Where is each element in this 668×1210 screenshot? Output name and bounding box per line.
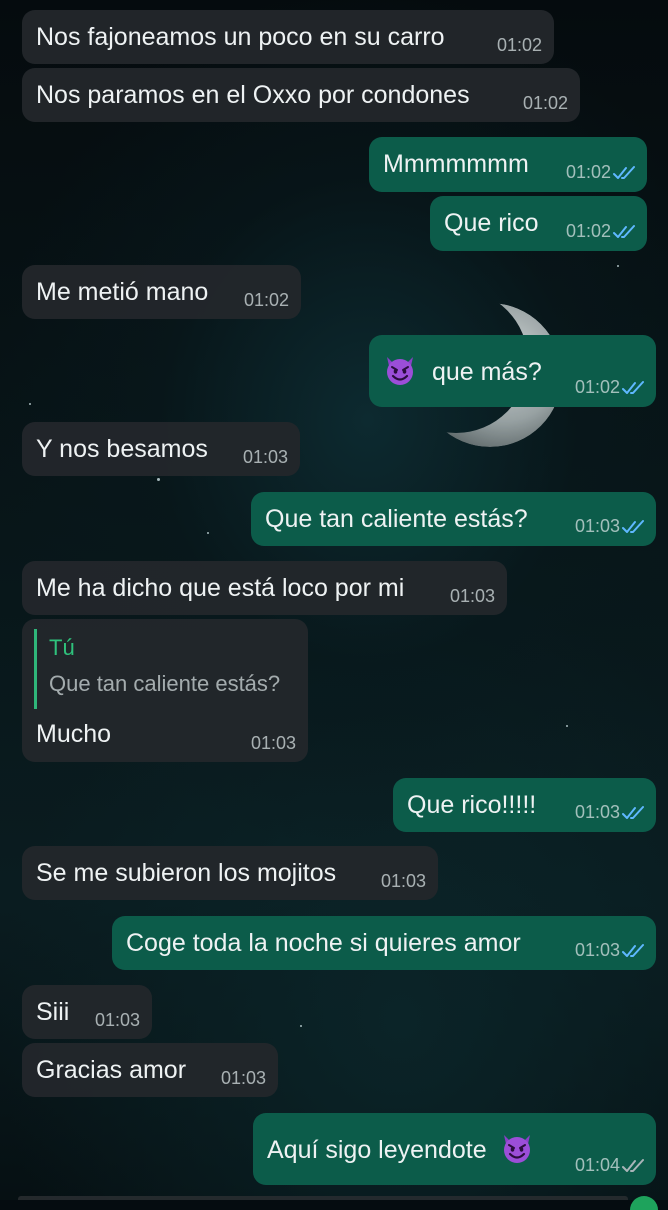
message-time: 01:02 <box>496 35 542 55</box>
message-bubble-incoming[interactable]: Nos paramos en el Oxxo por condones 01:0… <box>22 68 580 122</box>
message-text-with-emoji: que más? <box>383 353 542 387</box>
message-bubble-incoming[interactable]: Siii 01:03 <box>22 985 152 1039</box>
message-time: 01:03 <box>250 733 296 753</box>
message-bubble-outgoing[interactable]: Mmmmmmm 01:02 <box>369 137 647 192</box>
double-check-icon <box>622 381 644 394</box>
message-text: Me metió mano <box>36 278 209 306</box>
message-text: Gracias amor <box>36 1056 187 1084</box>
message-bubble-incoming[interactable]: Se me subieron los mojitos 01:03 <box>22 846 438 900</box>
message-bubble-outgoing[interactable]: Que rico!!!!! 01:03 <box>393 778 656 832</box>
message-bubble-incoming[interactable]: Me metió mano 01:02 <box>22 265 301 319</box>
double-check-icon <box>622 520 644 533</box>
message-time: 01:03 <box>242 447 288 467</box>
message-bubble-incoming[interactable]: Me ha dicho que está loco por mi 01:03 <box>22 561 507 615</box>
partial-message-bubble <box>18 1196 628 1200</box>
message-time: 01:02 <box>243 290 289 310</box>
message-time: 01:03 <box>449 586 495 606</box>
message-bubble-outgoing[interactable]: Que tan caliente estás? 01:03 <box>251 492 656 546</box>
message-text: Me ha dicho que está loco por mi <box>36 574 405 602</box>
message-time: 01:02 <box>522 93 568 113</box>
message-time: 01:02 <box>565 221 611 241</box>
message-time: 01:03 <box>220 1068 266 1088</box>
message-text: Coge toda la noche si quieres amor <box>126 929 521 957</box>
message-time: 01:03 <box>574 802 620 822</box>
double-check-icon <box>613 225 635 238</box>
message-text-with-emoji: Aquí sigo leyendote <box>267 1131 534 1165</box>
message-bubble-reply[interactable]: Tú Que tan caliente estás? Mucho 01:03 <box>22 619 308 762</box>
message-text: Siii <box>36 998 70 1026</box>
message-text: Que rico <box>444 209 539 237</box>
quoted-sender: Tú <box>49 635 75 660</box>
message-bubble-incoming[interactable]: Y nos besamos 01:03 <box>22 422 300 476</box>
message-text: Que rico!!!!! <box>407 791 537 819</box>
quoted-message[interactable]: Tú Que tan caliente estás? <box>34 629 296 709</box>
message-text: Mucho <box>36 720 112 748</box>
message-time: 01:04 <box>574 1155 620 1175</box>
message-time: 01:03 <box>574 516 620 536</box>
message-bubble-outgoing[interactable]: que más? 01:02 <box>369 335 656 407</box>
message-text: Y nos besamos <box>36 435 208 463</box>
smiling-imp-emoji-icon <box>387 357 413 385</box>
message-text: Mmmmmmm <box>383 150 529 178</box>
double-check-icon <box>622 944 644 957</box>
double-check-icon <box>613 166 635 179</box>
double-check-icon <box>622 806 644 819</box>
message-time: 01:02 <box>574 377 620 397</box>
double-check-icon <box>622 1159 644 1172</box>
message-time: 01:03 <box>574 940 620 960</box>
message-list: Nos fajoneamos un poco en su carro 01:02… <box>0 0 668 1210</box>
message-text: Nos paramos en el Oxxo por condones <box>36 81 470 109</box>
message-bubble-outgoing[interactable]: Coge toda la noche si quieres amor 01:03 <box>112 916 656 970</box>
quoted-text: Que tan caliente estás? <box>49 671 281 696</box>
message-text: Se me subieron los mojitos <box>36 859 337 887</box>
message-bubble-incoming[interactable]: Nos fajoneamos un poco en su carro 01:02 <box>22 10 554 64</box>
message-time: 01:03 <box>380 871 426 891</box>
message-bubble-outgoing[interactable]: Aquí sigo leyendote 01:04 <box>253 1113 656 1185</box>
message-text: Nos fajoneamos un poco en su carro <box>36 23 445 51</box>
message-time: 01:03 <box>94 1010 140 1030</box>
scroll-button-edge[interactable] <box>630 1196 658 1210</box>
message-bubble-outgoing[interactable]: Que rico 01:02 <box>430 196 647 251</box>
smiling-imp-emoji-icon <box>503 1135 530 1163</box>
message-time: 01:02 <box>565 162 611 182</box>
message-text: Que tan caliente estás? <box>265 505 528 533</box>
message-text: Aquí sigo leyendote <box>267 1136 487 1164</box>
message-bubble-incoming[interactable]: Gracias amor 01:03 <box>22 1043 278 1097</box>
message-text: que más? <box>431 358 542 386</box>
